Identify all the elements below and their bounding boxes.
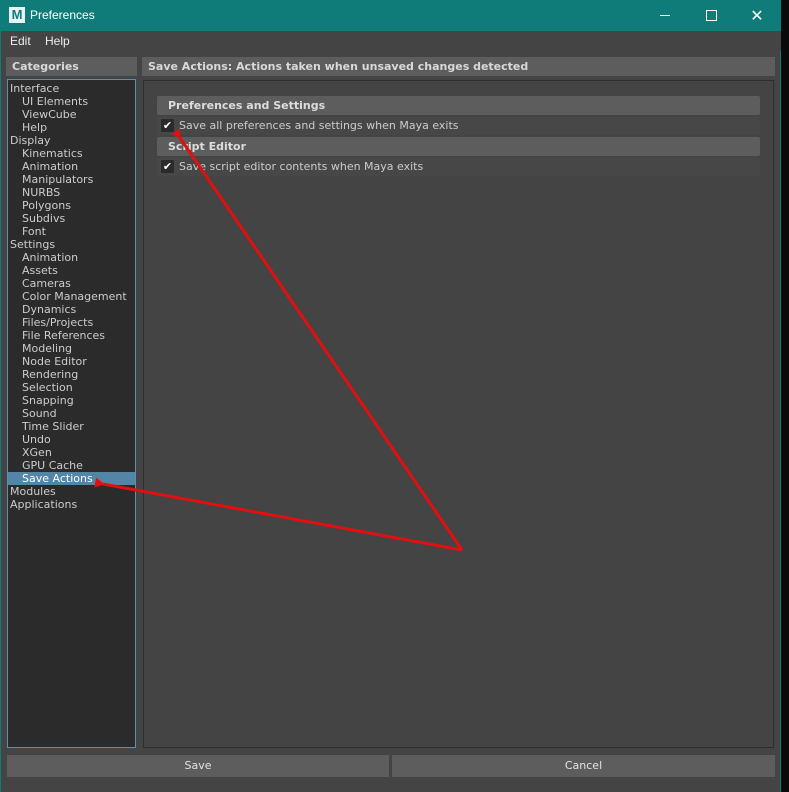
maximize-icon [705,9,717,21]
category-item[interactable]: Animation [8,251,135,264]
category-item[interactable]: File References [8,329,135,342]
close-button[interactable]: ✕ [734,0,780,31]
category-item[interactable]: Snapping [8,394,135,407]
maya-app-icon: M [9,7,25,23]
category-item[interactable]: Save Actions [8,472,135,485]
category-item[interactable]: Cameras [8,277,135,290]
category-item[interactable]: XGen [8,446,135,459]
category-item[interactable]: Interface [8,82,135,95]
category-item[interactable]: ViewCube [8,108,135,121]
menu-edit[interactable]: Edit [10,34,31,48]
title-bar[interactable]: M Preferences ✕ [0,0,781,31]
save-preferences-checkbox[interactable]: ✔ [161,119,174,132]
category-item[interactable]: Files/Projects [8,316,135,329]
category-item[interactable]: Selection [8,381,135,394]
category-item[interactable]: GPU Cache [8,459,135,472]
category-item[interactable]: Settings [8,238,135,251]
save-script-editor-label[interactable]: Save script editor contents when Maya ex… [179,160,423,173]
categories-list[interactable]: Interface UI Elements ViewCube Help Display K… [7,79,136,748]
menu-bar: Edit Help [1,31,781,51]
maximize-button[interactable] [688,0,734,31]
categories-header: Categories [6,57,137,76]
menu-help[interactable]: Help [45,34,70,48]
category-item[interactable]: Node Editor [8,355,135,368]
minimize-icon [660,14,670,16]
preferences-window: M Preferences ✕ Edit Help Categories Int… [0,0,789,792]
category-item[interactable]: Dynamics [8,303,135,316]
section-header-script-editor[interactable]: Script Editor [157,137,760,156]
category-item[interactable]: Modeling [8,342,135,355]
category-item[interactable]: Kinematics [8,147,135,160]
minimize-button[interactable] [642,0,688,31]
category-item[interactable]: Undo [8,433,135,446]
category-item[interactable]: Time Slider [8,420,135,433]
category-item[interactable]: Modules [8,485,135,498]
category-item[interactable]: Help [8,121,135,134]
option-row-save-preferences: ✔ Save all preferences and settings when… [157,117,760,135]
page-title: Save Actions: Actions taken when unsaved… [142,57,775,76]
category-item[interactable]: Applications [8,498,135,511]
category-item[interactable]: Font [8,225,135,238]
category-item[interactable]: UI Elements [8,95,135,108]
category-item[interactable]: Sound [8,407,135,420]
category-item[interactable]: Subdivs [8,212,135,225]
save-preferences-label[interactable]: Save all preferences and settings when M… [179,119,459,132]
category-item[interactable]: Rendering [8,368,135,381]
settings-panel [143,80,774,748]
category-item[interactable]: Manipulators [8,173,135,186]
section-header-preferences[interactable]: Preferences and Settings [157,96,760,115]
save-button[interactable]: Save [7,755,389,777]
category-item[interactable]: NURBS [8,186,135,199]
category-item[interactable]: Color Management [8,290,135,303]
category-item[interactable]: Animation [8,160,135,173]
checkmark-icon: ✔ [162,119,173,132]
desktop-edge [781,0,789,792]
category-item[interactable]: Polygons [8,199,135,212]
category-item[interactable]: Display [8,134,135,147]
cancel-button[interactable]: Cancel [392,755,775,777]
window-frame-left [0,0,1,792]
save-script-editor-checkbox[interactable]: ✔ [161,160,174,173]
close-icon: ✕ [750,6,764,25]
window-title: Preferences [30,8,95,22]
option-row-save-script-editor: ✔ Save script editor contents when Maya … [157,158,760,176]
checkmark-icon: ✔ [162,160,173,173]
category-item[interactable]: Assets [8,264,135,277]
